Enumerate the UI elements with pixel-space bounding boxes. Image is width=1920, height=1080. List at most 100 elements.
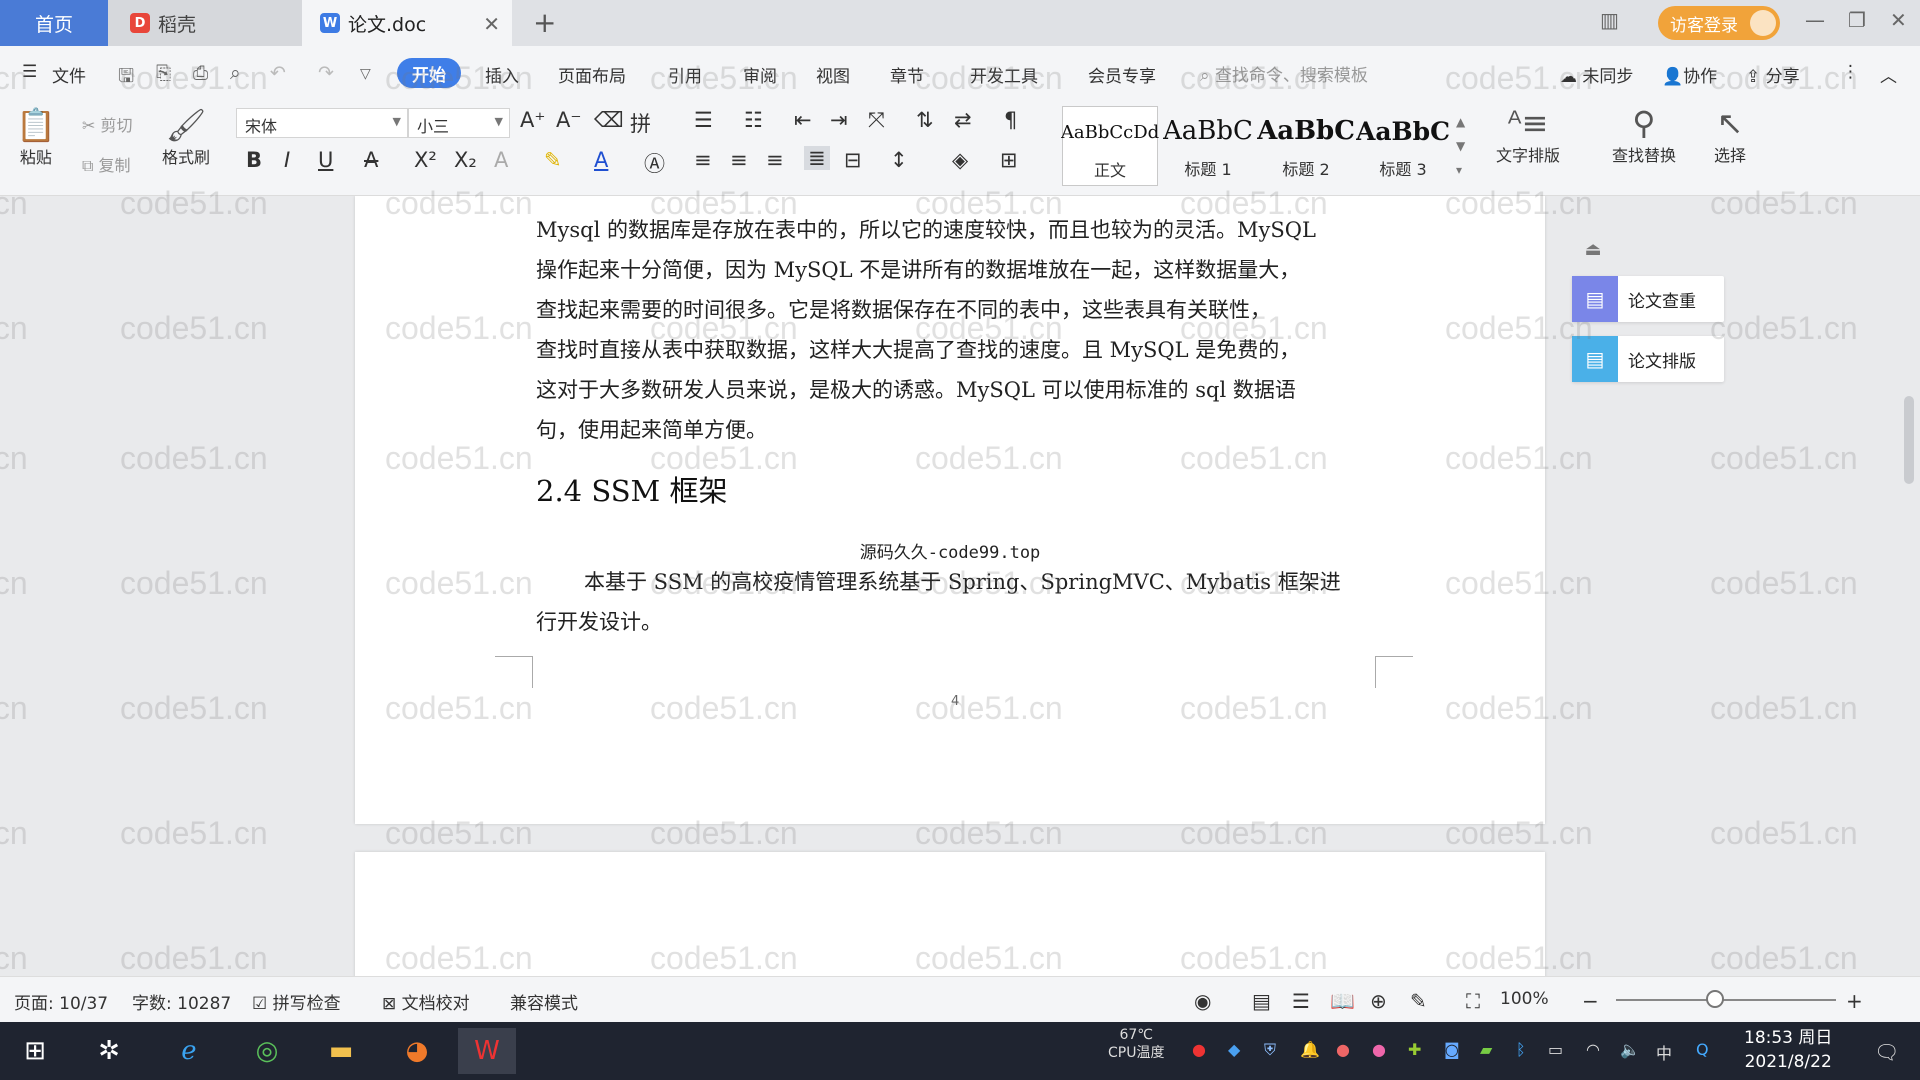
menu-references[interactable]: 引用 — [668, 62, 702, 87]
shrink-font-icon[interactable]: A⁻ — [556, 108, 581, 132]
volume-icon[interactable]: 🔈 — [1620, 1040, 1640, 1059]
copy-button[interactable]: ⧉ 复制 — [82, 152, 131, 176]
shield-icon[interactable]: ⛨ — [1264, 1040, 1276, 1060]
font-color-icon[interactable]: A — [594, 148, 608, 172]
clock[interactable]: 18:53 周日 2021/8/22 — [1744, 1026, 1832, 1074]
zoom-out-icon[interactable]: − — [1582, 989, 1599, 1013]
align-right-icon[interactable]: ≡ — [766, 148, 784, 172]
justify-icon[interactable]: ≣ — [804, 146, 830, 170]
strikethrough-icon[interactable]: A — [364, 148, 378, 172]
next-page[interactable] — [355, 852, 1545, 976]
menu-developer[interactable]: 开发工具 — [970, 62, 1038, 87]
font-size-select[interactable]: 小三 ▼ — [408, 108, 510, 138]
zoom-level[interactable]: 100% — [1500, 989, 1549, 1009]
bluetooth-icon[interactable]: ᛒ — [1516, 1040, 1526, 1059]
fit-page-icon[interactable]: ⛶ — [1466, 989, 1480, 1013]
tray-plus-icon[interactable]: ✚ — [1408, 1040, 1421, 1059]
align-center-icon[interactable]: ≡ — [730, 148, 748, 172]
outline-view-icon[interactable]: ☰ — [1292, 989, 1310, 1013]
underline-icon[interactable]: U — [318, 148, 333, 172]
app-mascot-icon[interactable]: ◕ — [388, 1028, 446, 1074]
tab-daoke[interactable]: D 稻壳 — [108, 0, 302, 46]
zoom-in-icon[interactable]: + — [1846, 989, 1863, 1013]
format-painter-button[interactable]: 🖌 格式刷 — [162, 106, 210, 168]
word-count[interactable]: 字数: 10287 — [132, 989, 231, 1014]
style-scroll-icon[interactable]: ▲ ▼ ▾ — [1456, 110, 1465, 182]
collapse-ribbon-icon[interactable]: ︿ — [1880, 62, 1897, 87]
text-direction-icon[interactable]: ⇄ — [954, 108, 972, 132]
app-pinwheel-icon[interactable]: ✲ — [80, 1028, 138, 1074]
increase-indent-icon[interactable]: ⇥ — [830, 108, 848, 132]
section-heading[interactable]: 2.4 SSM 框架 — [536, 468, 727, 510]
tray-blue-icon[interactable]: ◙ — [1444, 1040, 1460, 1059]
sync-button[interactable]: ☁ 未同步 — [1560, 62, 1633, 87]
thesis-format-button[interactable]: ▤ 论文排版 — [1572, 336, 1724, 382]
italic-icon[interactable]: I — [284, 148, 290, 172]
minimize-icon[interactable]: — — [1805, 8, 1825, 32]
subscript-icon[interactable]: X₂ — [454, 148, 477, 172]
guest-login-button[interactable]: 访客登录 — [1658, 6, 1780, 40]
style-normal[interactable]: AaBbCcDd 正文 — [1061, 106, 1159, 186]
ime-indicator[interactable]: 中 — [1656, 1040, 1672, 1064]
zoom-slider[interactable] — [1616, 999, 1836, 1001]
export-pdf-icon[interactable]: ⎘ — [156, 62, 171, 84]
superscript-icon[interactable]: X² — [414, 148, 437, 172]
menu-file[interactable]: 文件 — [52, 62, 86, 87]
menu-start[interactable]: 开始 — [397, 58, 461, 88]
find-replace-button[interactable]: ⚲ 查找替换 — [1612, 104, 1676, 166]
paragraph-mysql[interactable]: Mysql 的数据库是存放在表中的，所以它的速度较快，而且也较为的灵活。MySQ… — [536, 210, 1372, 450]
show-marks-icon[interactable]: ¶ — [1004, 108, 1017, 132]
menu-review[interactable]: 审阅 — [743, 62, 777, 87]
highlight-icon[interactable]: ✎ — [544, 148, 562, 172]
undo-icon[interactable]: ↶ — [270, 62, 286, 84]
text-layout-button[interactable]: ᴬ≡ 文字排版 — [1496, 104, 1560, 166]
cpu-temp-widget[interactable]: 67℃ CPU温度 — [1108, 1026, 1164, 1062]
windows-start-icon[interactable]: ⊞ — [6, 1028, 64, 1074]
paragraph-ssm[interactable]: 本基于 SSM 的高校疫情管理系统基于 Spring、SpringMVC、Myb… — [536, 562, 1372, 642]
tray-app-icon[interactable]: ● — [1192, 1040, 1206, 1059]
bold-icon[interactable]: B — [246, 148, 262, 172]
file-explorer-icon[interactable]: ▬ — [312, 1028, 370, 1074]
close-tab-icon[interactable]: ✕ — [483, 12, 500, 36]
phonetic-icon[interactable]: 拼 — [630, 108, 651, 138]
document-area[interactable]: Mysql 的数据库是存放在表中的，所以它的速度较快，而且也较为的灵活。MySQ… — [0, 196, 1920, 976]
proofread-button[interactable]: ⊠ 文档校对 — [382, 989, 470, 1014]
border-icon[interactable]: ⊞ — [1000, 148, 1018, 172]
restore-icon[interactable]: ❐ — [1848, 8, 1866, 32]
menu-member[interactable]: 会员专享 — [1088, 62, 1156, 87]
shading-icon[interactable]: ◈ — [952, 148, 968, 172]
numbered-list-icon[interactable]: ☷ — [744, 108, 763, 132]
style-heading-3[interactable]: AaBbC 标题 3 — [1356, 106, 1450, 186]
ie-browser-icon[interactable]: ℯ — [160, 1028, 218, 1074]
decrease-indent-icon[interactable]: ⇤ — [794, 108, 812, 132]
pen-icon[interactable]: ✎ — [1410, 989, 1427, 1013]
menu-page-layout[interactable]: 页面布局 — [558, 62, 626, 87]
wps-taskbar-icon[interactable]: W — [458, 1028, 516, 1074]
line-spacing-icon[interactable]: ↕ — [890, 148, 908, 172]
layout-icon[interactable]: ▥ — [1600, 8, 1619, 32]
more-icon[interactable]: ⋮ — [1842, 62, 1859, 82]
tray-color-icon[interactable]: ● — [1372, 1040, 1386, 1059]
save-icon[interactable]: 🖫 — [118, 62, 134, 94]
font-name-select[interactable]: 宋体 ▼ — [236, 108, 408, 138]
share-button[interactable]: ⇪ 分享 — [1746, 62, 1800, 87]
redo-icon[interactable]: ↷ — [318, 62, 334, 84]
nvidia-icon[interactable]: ▰ — [1480, 1040, 1492, 1059]
notification-icon[interactable]: 🗨 — [1874, 1040, 1899, 1064]
select-button[interactable]: ↖ 选择 — [1714, 104, 1746, 166]
bullet-list-icon[interactable]: ☰ — [694, 108, 713, 132]
clear-format-icon[interactable]: ⌫ — [594, 108, 624, 132]
tab-home[interactable]: 首页 — [0, 0, 108, 46]
thesis-check-button[interactable]: ▤ 论文查重 — [1572, 276, 1724, 322]
document-page[interactable]: Mysql 的数据库是存放在表中的，所以它的速度较快，而且也较为的灵活。MySQ… — [355, 196, 1545, 824]
page-indicator[interactable]: 页面: 10/37 — [14, 989, 108, 1014]
distributed-icon[interactable]: ⊟ — [844, 148, 862, 172]
hamburger-icon[interactable]: ☰ — [22, 62, 37, 82]
menu-insert[interactable]: 插入 — [485, 62, 519, 87]
eye-protection-icon[interactable]: ◉ — [1194, 989, 1211, 1013]
paste-button[interactable]: 📋 粘贴 — [16, 106, 56, 168]
grow-font-icon[interactable]: A⁺ — [520, 108, 545, 132]
close-window-icon[interactable]: ✕ — [1890, 8, 1907, 32]
cut-button[interactable]: ✂ 剪切 — [82, 112, 133, 136]
collab-button[interactable]: 👤协作 — [1662, 62, 1717, 87]
